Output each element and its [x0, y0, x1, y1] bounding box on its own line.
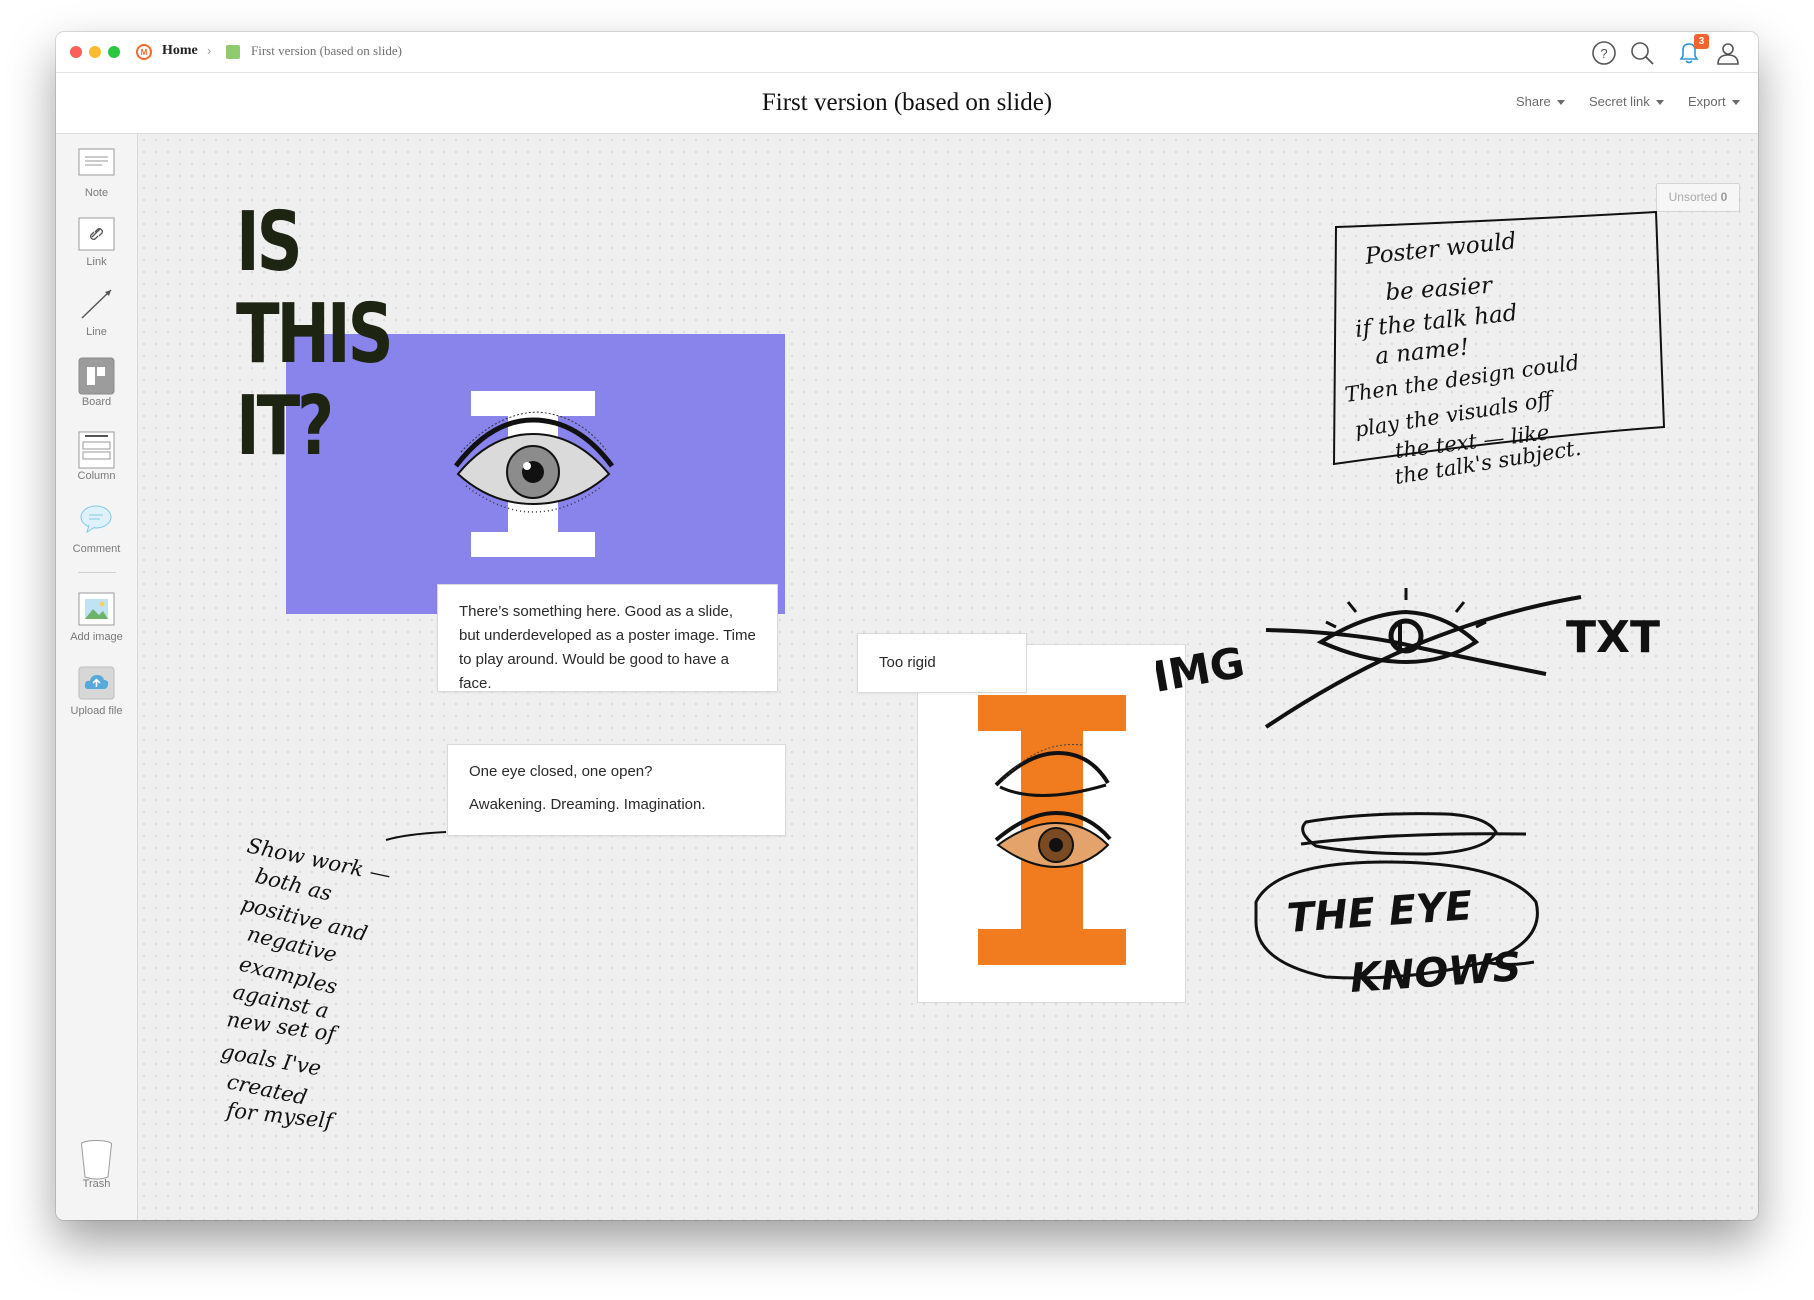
show-work-sketch[interactable]: Show work — both as positive and negativ… [206, 812, 566, 1172]
unsorted-count: 0 [1720, 190, 1728, 204]
column-icon [78, 431, 115, 469]
svg-text:?: ? [1600, 46, 1607, 61]
img-txt-sketch[interactable]: IMG TXT [1156, 572, 1716, 752]
upload-file-tool[interactable]: Upload file [56, 666, 137, 717]
link-tool-label: Link [86, 256, 107, 268]
board-header: First version (based on slide) Share Sec… [56, 73, 1758, 134]
upload-file-tool-label: Upload file [70, 705, 123, 717]
link-tool[interactable]: Link [56, 217, 137, 268]
trash-icon [78, 1139, 115, 1180]
minimize-window-button[interactable] [89, 46, 101, 58]
help-icon[interactable]: ? [1591, 40, 1617, 66]
the-eye-label: THE EYE [1285, 883, 1473, 942]
eye-note-line-1: One eye closed, one open? [469, 763, 653, 780]
close-window-button[interactable] [70, 46, 82, 58]
slide-note-text: There’s something here. Good as a slide,… [459, 603, 756, 692]
breadcrumb-current-board[interactable]: First version (based on slide) [251, 43, 402, 59]
share-menu[interactable]: Share [1516, 94, 1565, 109]
txt-label: TXT [1566, 612, 1660, 663]
knows-label: KNOWS [1348, 944, 1522, 1002]
rigid-note-card[interactable]: Too rigid [857, 633, 1027, 693]
poster-note-line-3: if the talk had [1354, 300, 1519, 343]
search-icon[interactable] [1629, 40, 1655, 66]
note-tool[interactable]: Note [56, 148, 137, 199]
upload-icon [78, 666, 115, 700]
note-icon [78, 148, 115, 182]
poster-note-line-2: be easier [1385, 272, 1495, 306]
app-window: M Home › First version (based on slide) … [56, 32, 1758, 1220]
breadcrumb-home[interactable]: Home [162, 43, 198, 59]
eye-knows-sketch[interactable]: THE EYE KNOWS [1246, 782, 1576, 1032]
breadcrumb-chevron-icon: › [207, 43, 212, 58]
chevron-down-icon [1556, 100, 1565, 106]
share-label: Share [1516, 94, 1551, 109]
title-bar: M Home › First version (based on slide) … [56, 32, 1758, 73]
poster-image-card[interactable] [917, 644, 1186, 1003]
sidebar-divider [78, 572, 116, 573]
comment-tool-label: Comment [72, 543, 121, 555]
add-image-tool[interactable]: Add image [56, 592, 137, 643]
slide-title-line-2: THIS [236, 287, 394, 382]
add-image-tool-label: Add image [70, 631, 123, 643]
comment-tool[interactable]: Comment [56, 504, 137, 555]
board-color-icon [226, 45, 240, 59]
milanote-logo-icon[interactable]: M [136, 44, 152, 60]
poster-note-line-1: Poster would [1363, 228, 1518, 270]
show-work-line-10: for myself [223, 1098, 337, 1134]
column-tool[interactable]: Column [56, 431, 137, 482]
tool-sidebar: Note Link Line Board Column Comment Add … [56, 134, 138, 1220]
slide-note-card[interactable]: There’s something here. Good as a slide,… [437, 584, 778, 692]
line-tool[interactable]: Line [56, 287, 137, 338]
orange-eye-poster [978, 695, 1126, 965]
img-label: IMG [1156, 638, 1248, 702]
page-title[interactable]: First version (based on slide) [56, 89, 1758, 117]
note-tool-label: Note [84, 187, 109, 199]
chevron-down-icon [1731, 100, 1740, 106]
notification-badge: 3 [1694, 34, 1709, 49]
poster-note-sketch[interactable]: Poster would be easier if the talk had a… [1326, 192, 1706, 512]
slide-title-line-1: IS [236, 195, 303, 290]
secret-link-menu[interactable]: Secret link [1589, 94, 1664, 109]
export-menu[interactable]: Export [1688, 94, 1740, 109]
slide-title-line-3: IT? [236, 379, 334, 474]
export-label: Export [1688, 94, 1726, 109]
trash[interactable]: Trash [56, 1139, 137, 1190]
secret-link-label: Secret link [1589, 94, 1650, 109]
user-icon[interactable] [1715, 40, 1741, 66]
link-icon [78, 217, 115, 251]
line-icon [78, 287, 115, 321]
board-tool-label: Board [81, 396, 112, 408]
zoom-window-button[interactable] [108, 46, 120, 58]
line-tool-label: Line [86, 326, 107, 338]
image-icon [78, 592, 115, 626]
board-icon [78, 357, 115, 395]
chevron-down-icon [1655, 100, 1664, 106]
column-tool-label: Column [77, 470, 116, 482]
rigid-note-text: Too rigid [879, 654, 936, 671]
slide-title: IS THIS IT? [236, 195, 394, 474]
board-tool[interactable]: Board [56, 357, 137, 408]
comment-icon [78, 504, 115, 538]
